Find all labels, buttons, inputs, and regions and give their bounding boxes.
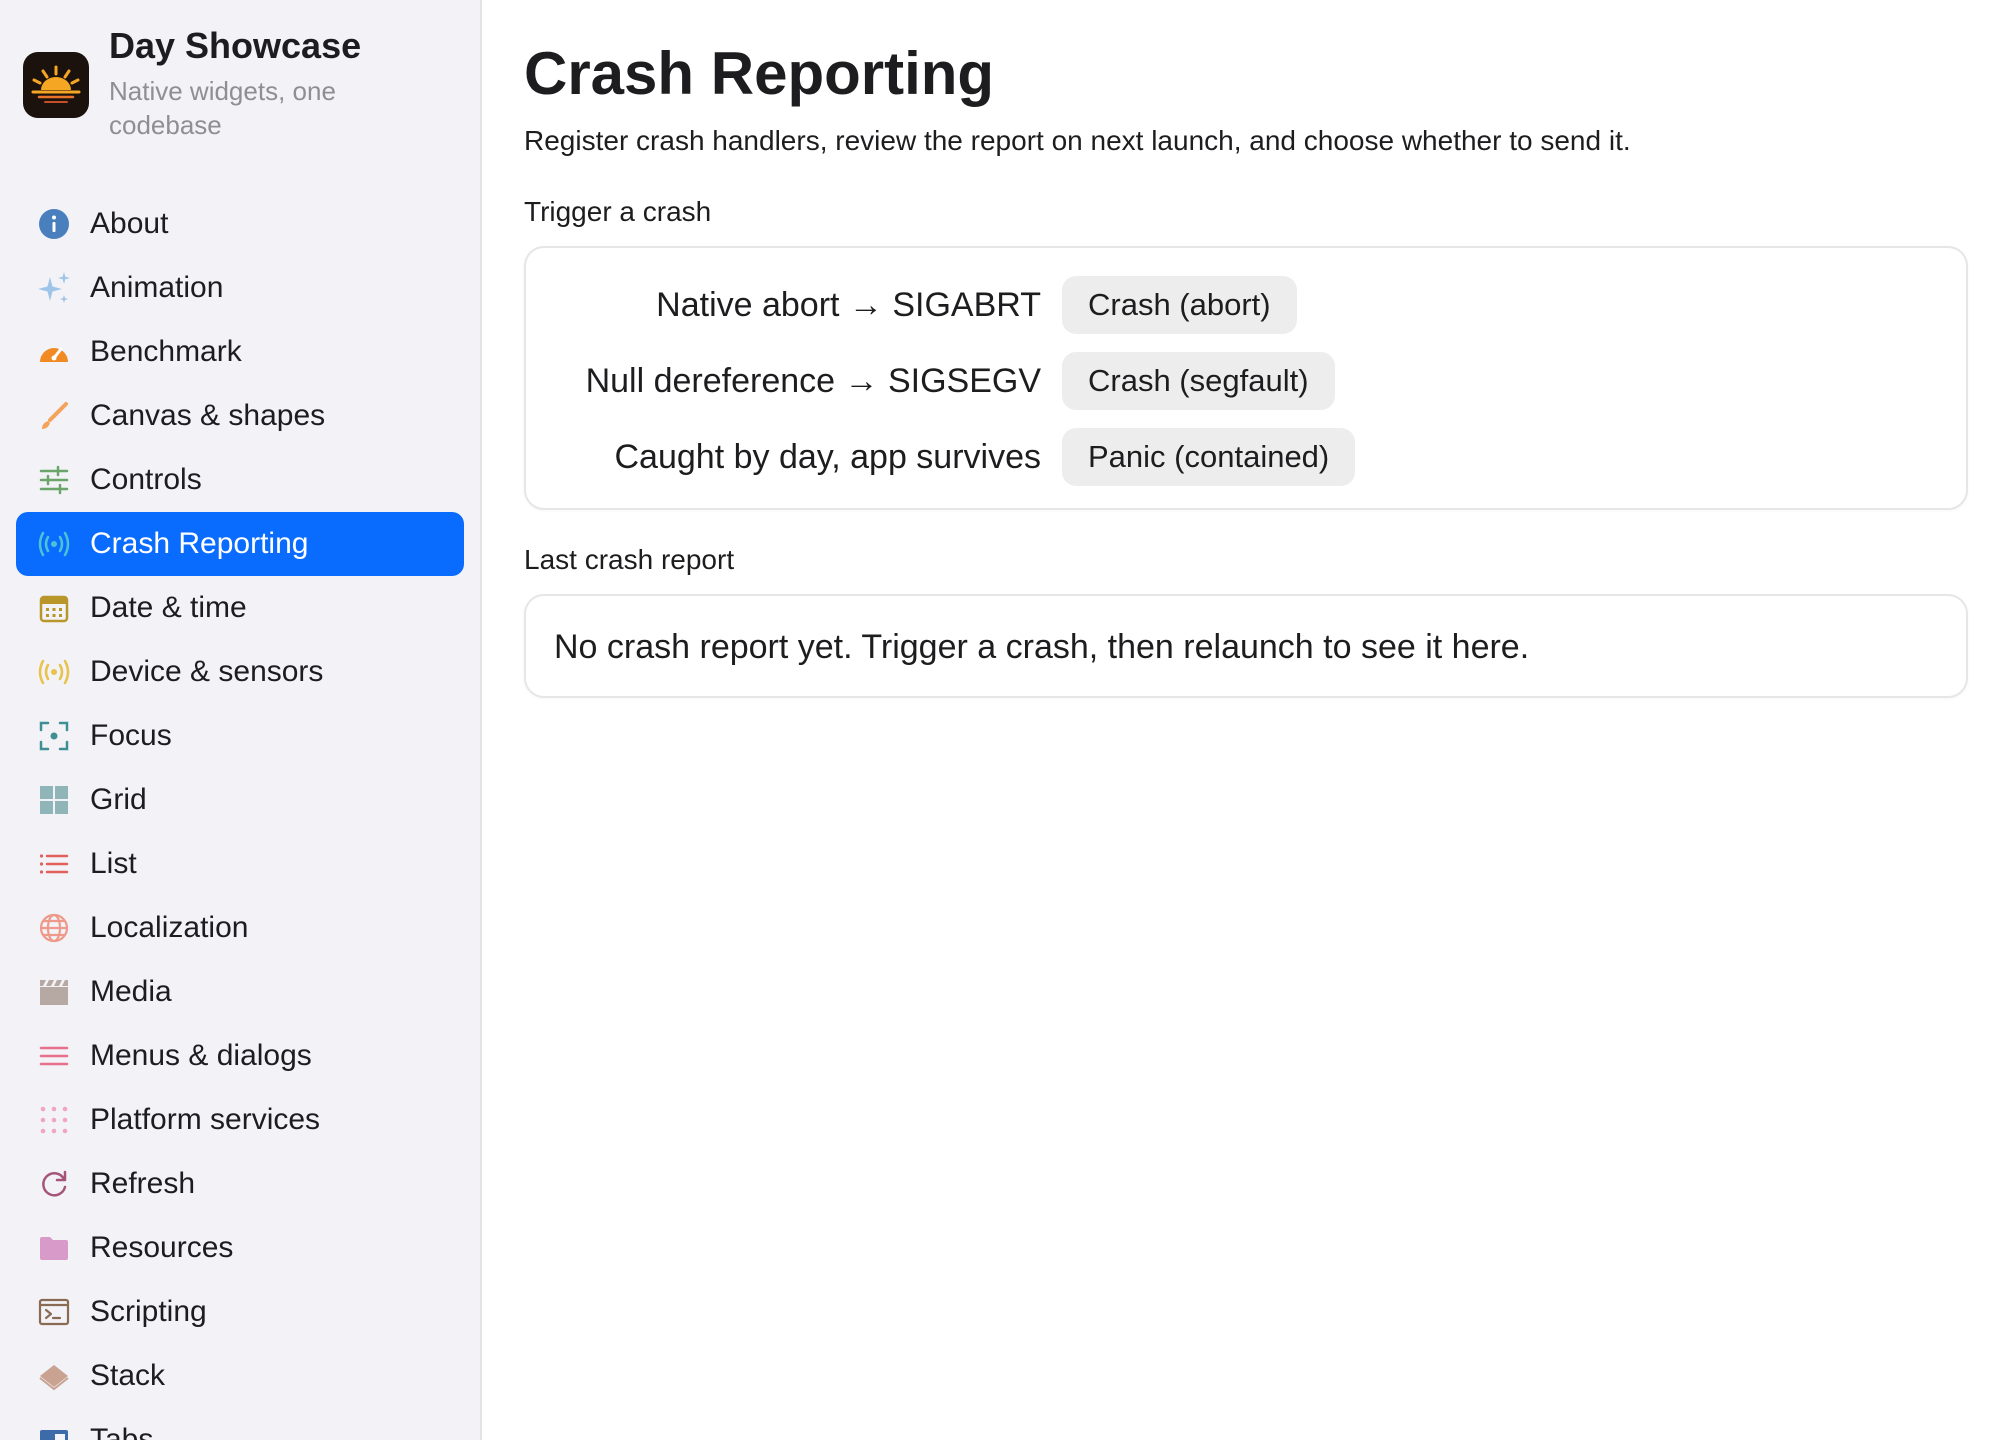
sidebar-item-controls[interactable]: Controls <box>16 448 464 512</box>
app-name: Day Showcase <box>109 25 362 66</box>
sidebar-item-canvas-shapes[interactable]: Canvas & shapes <box>16 384 464 448</box>
menu-icon <box>36 1038 72 1074</box>
sidebar-item-label: Media <box>90 975 172 1008</box>
calendar-icon <box>36 590 72 626</box>
refresh-icon <box>36 1166 72 1202</box>
crash-row-abort: Native abort → SIGABRT Crash (abort) <box>526 276 1966 334</box>
page-title: Crash Reporting <box>524 40 995 107</box>
info-icon <box>36 206 72 242</box>
sidebar-item-label: Crash Reporting <box>90 527 309 560</box>
folder-icon <box>36 1230 72 1266</box>
crash-row-label: Null dereference → SIGSEGV <box>585 362 1041 400</box>
sidebar-item-grid[interactable]: Grid <box>16 768 464 832</box>
sidebar-item-label: Canvas & shapes <box>90 399 326 432</box>
sidebar-item-label: Tabs <box>90 1423 154 1440</box>
sidebar-item-menus-dialogs[interactable]: Menus & dialogs <box>16 1024 464 1088</box>
brush-icon <box>36 398 72 434</box>
broadcast-icon <box>36 526 72 562</box>
sidebar-item-list[interactable]: List <box>16 832 464 896</box>
layers-icon <box>36 1358 72 1394</box>
app-subtitle-line-1: Native widgets, one <box>109 76 336 106</box>
sidebar-item-label: Localization <box>90 911 249 944</box>
signal-icon <box>36 654 72 690</box>
gauge-icon <box>36 334 72 370</box>
crash-abort-button[interactable]: Crash (abort) <box>1062 276 1297 334</box>
trigger-section-label: Trigger a crash <box>524 196 712 227</box>
sidebar-item-label: Stack <box>90 1359 166 1392</box>
sidebar-item-device-sensors[interactable]: Device & sensors <box>16 640 464 704</box>
crash-row-label: Caught by day, app survives <box>614 438 1042 476</box>
sidebar-item-label: Benchmark <box>90 335 242 368</box>
sidebar-item-label: Date & time <box>90 591 247 624</box>
sidebar-item-crash-reporting[interactable]: Crash Reporting <box>16 512 464 576</box>
sidebar-item-platform-services[interactable]: Platform services <box>16 1088 464 1152</box>
sidebar-item-label: Grid <box>90 783 147 816</box>
clapperboard-icon <box>36 974 72 1010</box>
sidebar-item-media[interactable]: Media <box>16 960 464 1024</box>
focus-icon <box>36 718 72 754</box>
sidebar-item-localization[interactable]: Localization <box>16 896 464 960</box>
sidebar-item-label: Resources <box>90 1231 234 1264</box>
crash-report-empty-message: No crash report yet. Trigger a crash, th… <box>554 628 1530 666</box>
sidebar: Day Showcase Native widgets, one codebase… <box>0 0 482 1440</box>
sidebar-item-date-time[interactable]: Date & time <box>16 576 464 640</box>
sidebar-item-benchmark[interactable]: Benchmark <box>16 320 464 384</box>
app-logo-sunrise-icon <box>23 52 89 118</box>
app-subtitle-line-2: codebase <box>109 110 222 140</box>
sidebar-item-label: Refresh <box>90 1167 196 1200</box>
sidebar-item-label: Device & sensors <box>90 655 324 688</box>
page-description: Register crash handlers, review the repo… <box>524 125 1631 156</box>
crash-row-segfault: Null dereference → SIGSEGV Crash (segfau… <box>526 352 1966 410</box>
sidebar-item-tabs[interactable]: Tabs <box>16 1408 464 1440</box>
sidebar-item-resources[interactable]: Resources <box>16 1216 464 1280</box>
sidebar-nav: About Animation Benchmark Canvas & shape… <box>16 192 464 1440</box>
trigger-crash-card: Native abort → SIGABRT Crash (abort) Nul… <box>524 246 1968 510</box>
terminal-icon <box>36 1294 72 1330</box>
sidebar-item-label: Animation <box>90 271 224 304</box>
sidebar-item-animation[interactable]: Animation <box>16 256 464 320</box>
sidebar-item-about[interactable]: About <box>16 192 464 256</box>
tabs-icon <box>36 1422 72 1440</box>
sidebar-item-label: Platform services <box>90 1103 321 1136</box>
sidebar-item-scripting[interactable]: Scripting <box>16 1280 464 1344</box>
sidebar-item-label: Controls <box>90 463 202 496</box>
sidebar-item-label: Scripting <box>90 1295 207 1328</box>
sidebar-item-label: About <box>90 207 169 240</box>
list-icon <box>36 846 72 882</box>
sidebar-item-label: Focus <box>90 719 172 752</box>
globe-icon <box>36 910 72 946</box>
sidebar-item-stack[interactable]: Stack <box>16 1344 464 1408</box>
crash-row-label: Native abort → SIGABRT <box>656 286 1041 324</box>
sparkles-icon <box>36 270 72 306</box>
grid-icon <box>36 782 72 818</box>
app-subtitle: Native widgets, one codebase <box>109 74 409 142</box>
last-crash-report-card: No crash report yet. Trigger a crash, th… <box>524 594 1968 698</box>
app-header: Day Showcase Native widgets, one codebase <box>23 26 409 142</box>
crash-segfault-button[interactable]: Crash (segfault) <box>1062 352 1335 410</box>
sidebar-item-label: List <box>90 847 137 880</box>
crash-row-panic: Caught by day, app survives Panic (conta… <box>526 428 1966 486</box>
sliders-icon <box>36 462 72 498</box>
dots-grid-icon <box>36 1102 72 1138</box>
report-section-label: Last crash report <box>524 544 735 575</box>
sidebar-item-refresh[interactable]: Refresh <box>16 1152 464 1216</box>
sidebar-item-label: Menus & dialogs <box>90 1039 312 1072</box>
panic-contained-button[interactable]: Panic (contained) <box>1062 428 1356 486</box>
sidebar-item-focus[interactable]: Focus <box>16 704 464 768</box>
